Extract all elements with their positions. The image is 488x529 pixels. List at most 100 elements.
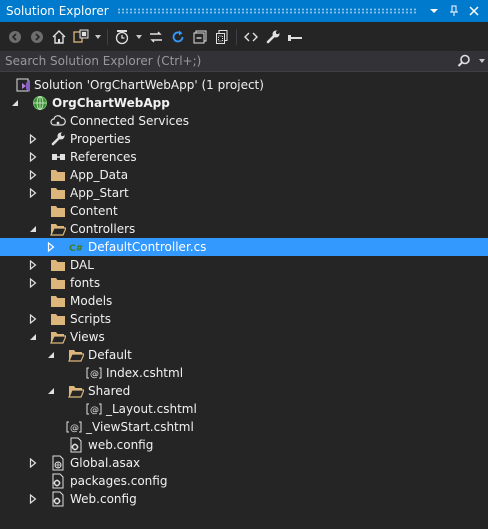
show-all-files-icon[interactable] (211, 26, 233, 48)
chevron-down-icon[interactable] (92, 26, 104, 48)
tree-item-project[interactable]: OrgChartWebApp (0, 94, 488, 112)
tree-item-label: Shared (88, 384, 131, 398)
tree-item-references[interactable]: References (0, 148, 488, 166)
tree-item-fonts[interactable]: fonts (0, 274, 488, 292)
window-title: Solution Explorer (6, 4, 109, 18)
expanded-arrow-icon[interactable] (46, 350, 56, 360)
properties-wrench-icon[interactable] (262, 26, 284, 48)
tree-item-controllers[interactable]: Controllers (0, 220, 488, 238)
tree-item-label: Global.asax (70, 456, 141, 470)
tree-item-label: Web.config (70, 492, 137, 506)
tree-item-scripts[interactable]: Scripts (0, 310, 488, 328)
tree-item-label: App_Start (70, 186, 129, 200)
razor-file-icon: @ (86, 365, 102, 381)
title-bar: Solution Explorer (0, 0, 488, 22)
tree-item-label: DefaultController.cs (88, 240, 207, 254)
drag-grip[interactable] (116, 8, 418, 14)
expanded-arrow-icon[interactable] (10, 98, 20, 108)
tree-item-label: Solution 'OrgChartWebApp' (1 project) (34, 78, 264, 92)
collapsed-arrow-icon[interactable] (28, 260, 38, 270)
tree-item-index-cshtml[interactable]: @ Index.cshtml (0, 364, 488, 382)
sync-icon[interactable] (145, 26, 167, 48)
folder-open-icon (68, 383, 84, 399)
pending-changes-filter-icon[interactable] (111, 26, 133, 48)
collapsed-arrow-icon[interactable] (28, 152, 38, 162)
folder-icon (50, 257, 66, 273)
tree-item-solution[interactable]: Solution 'OrgChartWebApp' (1 project) (0, 76, 488, 94)
folder-open-icon (68, 347, 84, 363)
razor-file-icon: @ (66, 419, 82, 435)
close-icon[interactable] (466, 3, 482, 19)
tree-item-web-config[interactable]: Web.config (0, 490, 488, 508)
tree-item-label: Views (70, 330, 105, 344)
home-icon[interactable] (48, 26, 70, 48)
tree-item-dal[interactable]: DAL (0, 256, 488, 274)
tree-item-label: Index.cshtml (106, 366, 184, 380)
forward-icon[interactable] (26, 26, 48, 48)
expanded-arrow-icon[interactable] (28, 224, 38, 234)
back-icon[interactable] (4, 26, 26, 48)
collapsed-arrow-icon[interactable] (28, 314, 38, 324)
tree-item-connected-services[interactable]: Connected Services (0, 112, 488, 130)
folder-icon (50, 293, 66, 309)
tree-item-label: Connected Services (70, 114, 190, 128)
expanded-arrow-icon[interactable] (46, 386, 56, 396)
tree-item-label: _Layout.cshtml (106, 402, 197, 416)
tree-item-viewstart-cshtml[interactable]: @ _ViewStart.cshtml (0, 418, 488, 436)
wrench-icon (50, 131, 66, 147)
tree-item-views-web-config[interactable]: web.config (0, 436, 488, 454)
refresh-icon[interactable] (167, 26, 189, 48)
collapsed-arrow-icon[interactable] (28, 134, 38, 144)
view-code-icon[interactable] (240, 26, 262, 48)
window-menu-chevron-icon[interactable] (426, 3, 442, 19)
tree-item-properties[interactable]: Properties (0, 130, 488, 148)
tree-item-layout-cshtml[interactable]: @ _Layout.cshtml (0, 400, 488, 418)
collapsed-arrow-icon[interactable] (28, 494, 38, 504)
chevron-down-icon[interactable] (476, 50, 488, 72)
expanded-arrow-icon[interactable] (28, 332, 38, 342)
svg-text:C#: C# (69, 244, 83, 254)
config-file-icon (50, 491, 66, 507)
folder-open-icon (50, 329, 66, 345)
search-icon[interactable] (452, 54, 476, 68)
folder-icon (50, 203, 66, 219)
search-input[interactable] (0, 54, 452, 68)
folder-icon (50, 185, 66, 201)
switch-views-icon[interactable] (70, 26, 92, 48)
chevron-down-icon[interactable] (133, 26, 145, 48)
toolbar-separator (236, 29, 237, 45)
tree-item-label: Models (70, 294, 113, 308)
folder-open-icon (50, 221, 66, 237)
toolbar (0, 24, 488, 50)
collapse-all-icon[interactable] (189, 26, 211, 48)
tree-item-views[interactable]: Views (0, 328, 488, 346)
tree-item-label: packages.config (70, 474, 168, 488)
collapsed-arrow-icon[interactable] (46, 242, 56, 252)
folder-icon (50, 167, 66, 183)
tree-item-default-controller[interactable]: C# DefaultController.cs (0, 238, 488, 256)
web-project-globe-icon (32, 95, 48, 111)
config-file-icon (68, 437, 84, 453)
razor-file-icon: @ (86, 401, 102, 417)
toolbar-separator (107, 29, 108, 45)
tree-item-app-data[interactable]: App_Data (0, 166, 488, 184)
collapsed-arrow-icon[interactable] (28, 188, 38, 198)
pin-icon[interactable] (446, 3, 462, 19)
tree-item-app-start[interactable]: App_Start (0, 184, 488, 202)
tree-item-label: fonts (70, 276, 101, 290)
collapsed-arrow-icon[interactable] (28, 278, 38, 288)
folder-icon (50, 275, 66, 291)
tree-item-label: Content (70, 204, 118, 218)
svg-text:@: @ (90, 370, 99, 380)
tree-item-models[interactable]: Models (0, 292, 488, 310)
tree-item-content[interactable]: Content (0, 202, 488, 220)
tree-item-global-asax[interactable]: Global.asax (0, 454, 488, 472)
preview-toggle-icon[interactable] (284, 26, 306, 48)
tree-item-views-default[interactable]: Default (0, 346, 488, 364)
tree-item-label: App_Data (70, 168, 129, 182)
collapsed-arrow-icon[interactable] (28, 170, 38, 180)
tree-item-label: OrgChartWebApp (52, 96, 170, 110)
collapsed-arrow-icon[interactable] (28, 458, 38, 468)
tree-item-packages-config[interactable]: packages.config (0, 472, 488, 490)
tree-item-views-shared[interactable]: Shared (0, 382, 488, 400)
